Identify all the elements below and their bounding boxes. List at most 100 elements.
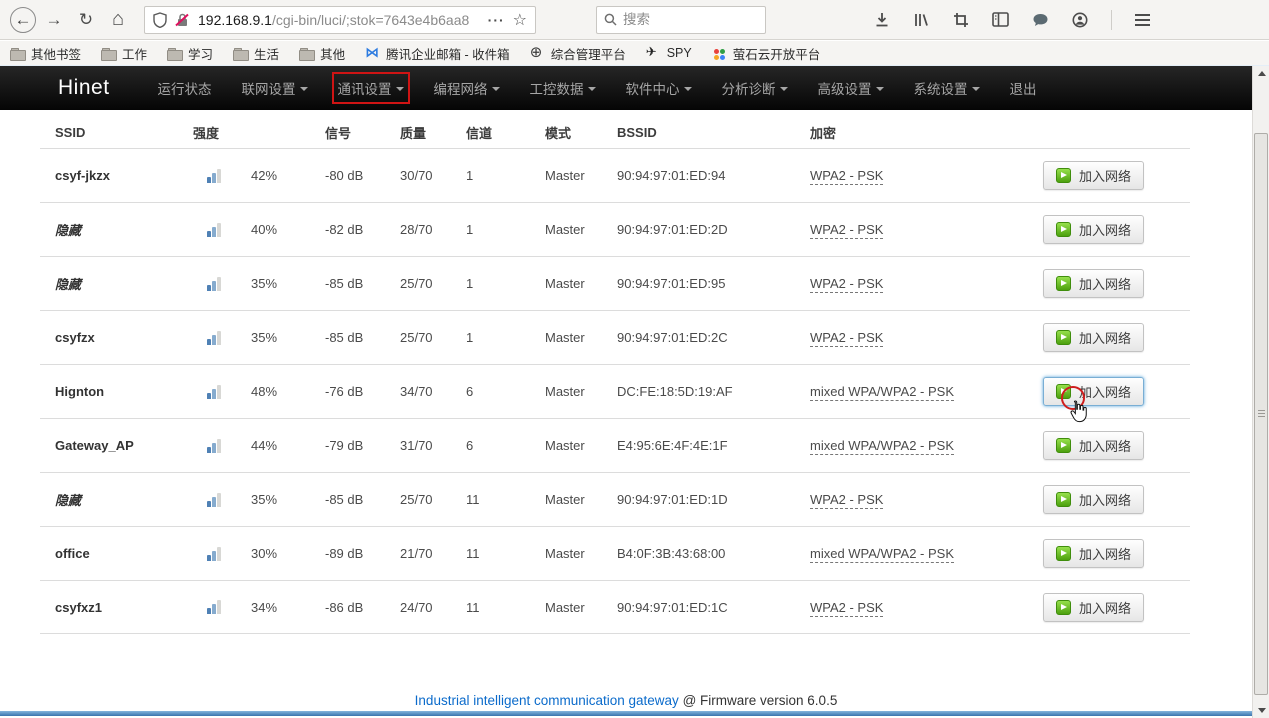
bookmark-item[interactable]: 工作 — [101, 44, 147, 63]
quality-value: 21/70 — [400, 546, 466, 561]
chat-icon[interactable] — [1032, 12, 1049, 28]
bookmark-label: 其他书签 — [31, 44, 81, 63]
join-network-button[interactable]: 加入网络 — [1043, 431, 1144, 460]
library-icon[interactable] — [913, 12, 930, 28]
bookmark-star-icon[interactable]: ☆ — [513, 10, 527, 30]
scrollbar-thumb[interactable] — [1254, 133, 1268, 695]
brand-logo[interactable]: Hinet — [58, 76, 110, 100]
bookmark-label: 生活 — [254, 44, 279, 63]
nav-menu-item[interactable]: 系统设置 — [914, 78, 980, 98]
quality-value: 28/70 — [400, 222, 466, 237]
ssid-label: 隐藏 — [55, 277, 81, 292]
join-network-button[interactable]: 加入网络 — [1043, 215, 1144, 244]
nav-menu-item[interactable]: 退出 — [1010, 78, 1037, 98]
signal-db: -85 dB — [325, 330, 400, 345]
nav-menu-item[interactable]: 分析诊断 — [722, 78, 788, 98]
gateway-footer-link[interactable]: Industrial intelligent communication gat… — [415, 693, 679, 708]
signal-strength-icon — [207, 169, 221, 183]
nav-menu-item[interactable]: 编程网络 — [434, 78, 500, 98]
nav-menu-label: 运行状态 — [158, 78, 212, 98]
table-row: csyf-jkzx 42% -80 dB 30/70 1 Master 90:9… — [40, 148, 1190, 202]
search-input[interactable] — [623, 12, 743, 27]
nav-menu-item[interactable]: 软件中心 — [626, 78, 692, 98]
insecure-lock-icon[interactable] — [174, 12, 190, 28]
signal-strength-icon — [207, 547, 221, 561]
join-network-button[interactable]: 加入网络 — [1043, 269, 1144, 298]
signal-strength-icon — [207, 277, 221, 291]
channel-value: 1 — [466, 276, 545, 291]
browser-toolbar: ← → ↻ ⌂ 192.168.9.1/cgi-bin/luci/;stok=7… — [0, 0, 1269, 40]
channel-value: 6 — [466, 384, 545, 399]
bookmark-label: 学习 — [188, 44, 213, 63]
nav-menu-item[interactable]: 工控数据 — [530, 78, 596, 98]
vertical-scrollbar[interactable] — [1252, 66, 1269, 718]
page-actions-icon[interactable]: ··· — [488, 12, 505, 28]
tracking-protection-icon[interactable] — [153, 12, 167, 28]
strength-percent: 35% — [251, 276, 277, 291]
signal-strength-icon — [207, 331, 221, 345]
join-network-label: 加入网络 — [1079, 544, 1131, 563]
signal-db: -80 dB — [325, 168, 400, 183]
bssid-value: 90:94:97:01:ED:1D — [617, 492, 810, 507]
nav-menu-item[interactable]: 高级设置 — [818, 78, 884, 98]
crop-icon[interactable] — [953, 12, 969, 28]
encryption-link[interactable]: WPA2 - PSK — [810, 222, 883, 239]
url-bar[interactable]: 192.168.9.1/cgi-bin/luci/;stok=7643e4b6a… — [144, 6, 536, 34]
bookmark-item[interactable]: SPY — [646, 46, 692, 60]
encryption-link[interactable]: WPA2 - PSK — [810, 600, 883, 617]
bookmark-item[interactable]: 腾讯企业邮箱 - 收件箱 — [365, 44, 510, 63]
bookmark-item[interactable]: 其他书签 — [10, 44, 81, 63]
encryption-link[interactable]: WPA2 - PSK — [810, 492, 883, 509]
page-footer: Industrial intelligent communication gat… — [0, 693, 1252, 708]
bookmark-item[interactable]: 学习 — [167, 44, 213, 63]
home-button[interactable]: ⌂ — [104, 6, 132, 34]
encryption-link[interactable]: WPA2 - PSK — [810, 330, 883, 347]
play-icon — [1056, 600, 1071, 615]
header-strength: 强度 — [193, 123, 325, 142]
reload-button[interactable]: ↻ — [72, 6, 100, 34]
firmware-version-text: @ Firmware version 6.0.5 — [683, 693, 838, 708]
encryption-link[interactable]: WPA2 - PSK — [810, 276, 883, 293]
join-network-button[interactable]: 加入网络 — [1043, 485, 1144, 514]
scroll-down-arrow[interactable] — [1253, 703, 1269, 718]
join-network-label: 加入网络 — [1079, 490, 1131, 509]
encryption-link[interactable]: mixed WPA/WPA2 - PSK — [810, 384, 954, 401]
account-icon[interactable] — [1072, 12, 1088, 28]
nav-menu-item[interactable]: 联网设置 — [242, 78, 308, 98]
scroll-up-arrow[interactable] — [1253, 66, 1269, 81]
bookmark-item[interactable]: 生活 — [233, 44, 279, 63]
folder-icon — [101, 47, 116, 60]
bookmark-label: 萤石云开放平台 — [733, 44, 821, 63]
mode-value: Master — [545, 384, 617, 399]
nav-menu-label: 系统设置 — [914, 78, 968, 98]
join-network-button[interactable]: 加入网络 — [1043, 323, 1144, 352]
join-network-label: 加入网络 — [1079, 220, 1131, 239]
quality-value: 25/70 — [400, 330, 466, 345]
encryption-link[interactable]: mixed WPA/WPA2 - PSK — [810, 438, 954, 455]
sidebar-icon[interactable] — [992, 12, 1009, 27]
download-icon[interactable] — [874, 12, 890, 28]
nav-menu-label: 工控数据 — [530, 78, 584, 98]
join-network-button[interactable]: 加入网络 — [1043, 161, 1144, 190]
bookmark-label: SPY — [667, 46, 692, 60]
quality-value: 25/70 — [400, 492, 466, 507]
nav-menu-item[interactable]: 运行状态 — [158, 78, 212, 98]
forward-button[interactable]: → — [40, 6, 68, 34]
bookmark-item[interactable]: 综合管理平台 — [530, 44, 626, 63]
table-row: office 30% -89 dB 21/70 11 Master B4:0F:… — [40, 526, 1190, 580]
table-row: 隐藏 40% -82 dB 28/70 1 Master 90:94:97:01… — [40, 202, 1190, 256]
join-network-button[interactable]: 加入网络 — [1043, 539, 1144, 568]
encryption-link[interactable]: WPA2 - PSK — [810, 168, 883, 185]
back-button[interactable]: ← — [10, 7, 36, 33]
join-network-button[interactable]: 加入网络 — [1043, 593, 1144, 622]
join-network-button[interactable]: 加入网络 — [1043, 377, 1144, 406]
search-bar[interactable] — [596, 6, 766, 34]
menu-icon[interactable] — [1135, 14, 1150, 26]
nav-menu-item[interactable]: 通讯设置 — [338, 78, 404, 98]
encryption-link[interactable]: mixed WPA/WPA2 - PSK — [810, 546, 954, 563]
quality-value: 34/70 — [400, 384, 466, 399]
bookmark-item[interactable]: 萤石云开放平台 — [712, 44, 821, 63]
table-row: 隐藏 35% -85 dB 25/70 1 Master 90:94:97:01… — [40, 256, 1190, 310]
bookmark-item[interactable]: 其他 — [299, 44, 345, 63]
folder-icon — [299, 47, 314, 60]
